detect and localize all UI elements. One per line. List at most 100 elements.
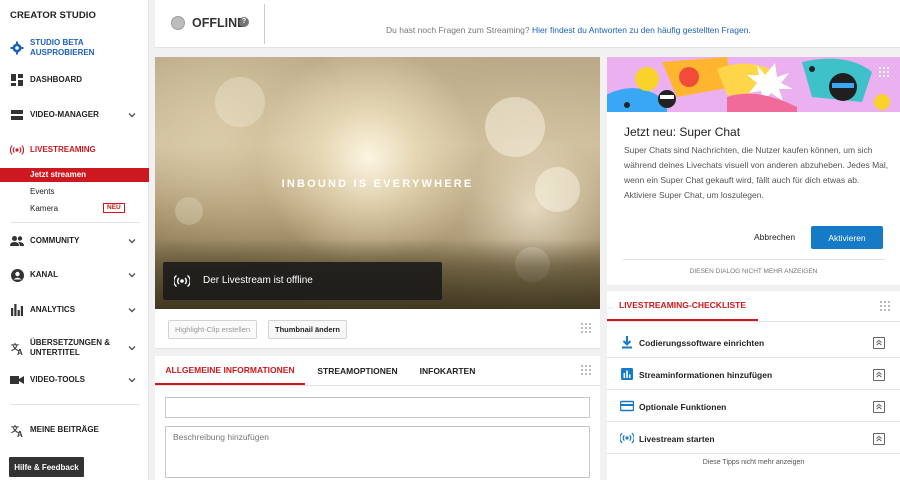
sidebar-item-label: STUDIO BETA AUSPROBIEREN <box>30 38 95 57</box>
super-chat-card: Jetzt neu: Super Chat Super Chats sind N… <box>607 57 900 285</box>
sidebar-item-label: VIDEO-MANAGER <box>30 110 99 119</box>
translate-icon: 文A <box>10 423 24 437</box>
sidebar-item-my-posts[interactable]: 文A MEINE BEITRÄGE <box>0 423 149 437</box>
divider <box>623 259 885 260</box>
chevron-down-icon[interactable] <box>127 375 137 385</box>
title-input[interactable] <box>165 397 590 418</box>
change-thumbnail-button[interactable]: Thumbnail ändern <box>268 320 348 339</box>
translate-icon: 文A <box>10 341 24 355</box>
highlight-clip-button[interactable]: Highlight-Clip erstellen <box>168 320 258 339</box>
livestream-checklist: LIVESTREAMING-CHECKLISTE Codierungssoftw… <box>607 291 900 480</box>
sidebar-subitem-events[interactable]: Events <box>0 185 149 199</box>
status-indicator <box>171 16 185 30</box>
chevron-down-icon[interactable] <box>127 305 137 315</box>
activate-button[interactable]: Aktivieren <box>811 226 883 249</box>
divider <box>607 321 900 322</box>
stream-preview: INBOUND IS EVERYWHERE Der Livestream ist… <box>155 57 600 309</box>
sidebar-divider <box>10 222 140 223</box>
status-bar: OFFLINE ? Du hast noch Fragen zum Stream… <box>155 0 900 48</box>
sidebar-item-video-tools[interactable]: VIDEO-TOOLS <box>0 373 149 387</box>
dashboard-icon <box>10 73 24 87</box>
sidebar-item-community[interactable]: COMMUNITY <box>0 234 149 248</box>
sidebar-divider <box>10 404 140 405</box>
sidebar-item-label: COMMUNITY <box>30 236 80 245</box>
sidebar-item-label: VIDEO-TOOLS <box>30 375 85 384</box>
sidebar-item-label: ANALYTICS <box>30 305 76 314</box>
sidebar-subitem-jetzt-streamen[interactable]: Jetzt streamen <box>0 168 149 182</box>
bar-chart-icon <box>10 303 24 317</box>
chevron-down-icon[interactable] <box>127 270 137 280</box>
offline-notice: Der Livestream ist offline <box>163 262 442 300</box>
broadcast-icon <box>10 143 24 157</box>
sidebar-item-label: MEINE BEITRÄGE <box>30 425 99 434</box>
sidebar-title: CREATOR STUDIO <box>10 10 97 21</box>
chevron-down-icon[interactable] <box>127 110 137 120</box>
broadcast-icon <box>174 274 190 288</box>
checklist-item-label: Codierungssoftware einrichten <box>639 338 765 348</box>
faq-question: Du hast noch Fragen zum Streaming? <box>386 25 530 35</box>
faq-link[interactable]: Hier findest du Antworten zu den häufig … <box>532 25 751 35</box>
faq-text: Du hast noch Fragen zum Streaming? Hier … <box>386 25 751 35</box>
help-feedback-button[interactable]: Hilfe & Feedback <box>9 457 84 477</box>
tab-stream-options[interactable]: STREAMOPTIONEN <box>305 356 410 385</box>
chevron-up-icon[interactable] <box>873 369 885 381</box>
tab-info-cards[interactable]: INFOKARTEN <box>410 356 485 385</box>
super-chat-title: Jetzt neu: Super Chat <box>624 125 741 139</box>
tab-divider <box>155 385 600 386</box>
drag-handle-icon[interactable] <box>581 323 591 333</box>
tab-general-info[interactable]: ALLGEMEINE INFORMATIONEN <box>155 356 305 385</box>
checklist-item-encoder[interactable]: Codierungssoftware einrichten <box>607 326 900 358</box>
gear-icon <box>10 41 24 55</box>
preview-actions: Highlight-Clip erstellen Thumbnail änder… <box>155 309 600 349</box>
drag-handle-icon[interactable] <box>581 365 591 375</box>
preview-overlay-text: INBOUND IS EVERYWHERE <box>281 178 474 190</box>
offline-message: Der Livestream ist offline <box>203 275 313 286</box>
sidebar-item-translations[interactable]: 文A ÜBERSETZUNGEN & UNTERTITEL <box>0 338 149 358</box>
sidebar-item-analytics[interactable]: ANALYTICS <box>0 303 149 317</box>
svg-text:A: A <box>17 348 23 355</box>
drag-handle-icon[interactable] <box>880 301 890 311</box>
bar-chart-icon <box>621 368 633 380</box>
sidebar-item-label: DASHBOARD <box>30 75 82 84</box>
sidebar-item-label: KANAL <box>30 270 58 279</box>
sidebar-item-video-manager[interactable]: VIDEO-MANAGER <box>0 108 149 122</box>
sidebar-item-livestreaming[interactable]: LIVESTREAMING <box>0 143 149 157</box>
video-manager-icon <box>10 108 24 122</box>
sidebar-item-label: LIVESTREAMING <box>30 145 96 154</box>
sidebar-item-dashboard[interactable]: DASHBOARD <box>0 73 149 87</box>
divider <box>264 4 265 44</box>
sidebar-subitem-kamera[interactable]: Kamera <box>0 202 149 216</box>
checklist-item-label: Streaminformationen hinzufügen <box>639 370 773 380</box>
help-icon[interactable]: ? <box>239 17 249 27</box>
checklist-item-stream-info[interactable]: Streaminformationen hinzufügen <box>607 358 900 390</box>
checklist-title: LIVESTREAMING-CHECKLISTE <box>607 291 759 321</box>
download-icon <box>622 336 632 349</box>
account-icon <box>10 268 24 282</box>
svg-text:A: A <box>17 430 23 437</box>
super-chat-description: Super Chats sind Nachrichten, die Nutzer… <box>624 145 889 200</box>
checklist-item-optional-features[interactable]: Optionale Funktionen <box>607 390 900 422</box>
new-badge: NEU <box>103 203 125 213</box>
drag-handle-icon[interactable] <box>879 67 889 77</box>
sidebar-item-studio-beta[interactable]: STUDIO BETA AUSPROBIEREN <box>0 38 149 58</box>
sidebar-item-label: ÜBERSETZUNGEN & UNTERTITEL <box>30 338 111 357</box>
chevron-up-icon[interactable] <box>873 401 885 413</box>
sidebar: CREATOR STUDIO STUDIO BETA AUSPROBIEREN … <box>0 0 149 480</box>
sidebar-item-kanal[interactable]: KANAL <box>0 268 149 282</box>
cancel-button[interactable]: Abbrechen <box>754 232 795 242</box>
checklist-item-start-stream[interactable]: Livestream starten <box>607 422 900 454</box>
chevron-up-icon[interactable] <box>873 433 885 445</box>
chevron-down-icon[interactable] <box>127 343 137 353</box>
stream-info-panel: ALLGEMEINE INFORMATIONEN STREAMOPTIONEN … <box>155 356 600 480</box>
credit-card-icon <box>620 400 634 412</box>
stream-status-label: OFFLINE <box>192 16 246 30</box>
description-input[interactable] <box>165 426 590 478</box>
video-camera-icon <box>10 373 24 387</box>
super-chat-illustration <box>607 57 900 112</box>
people-icon <box>10 234 24 248</box>
checklist-item-label: Optionale Funktionen <box>639 402 727 412</box>
dismiss-tips-link[interactable]: Diese Tipps nicht mehr anzeigen <box>607 459 900 466</box>
chevron-up-icon[interactable] <box>873 337 885 349</box>
dismiss-dialog-link[interactable]: DIESEN DIALOG NICHT MEHR ANZEIGEN <box>607 268 900 275</box>
chevron-down-icon[interactable] <box>127 236 137 246</box>
